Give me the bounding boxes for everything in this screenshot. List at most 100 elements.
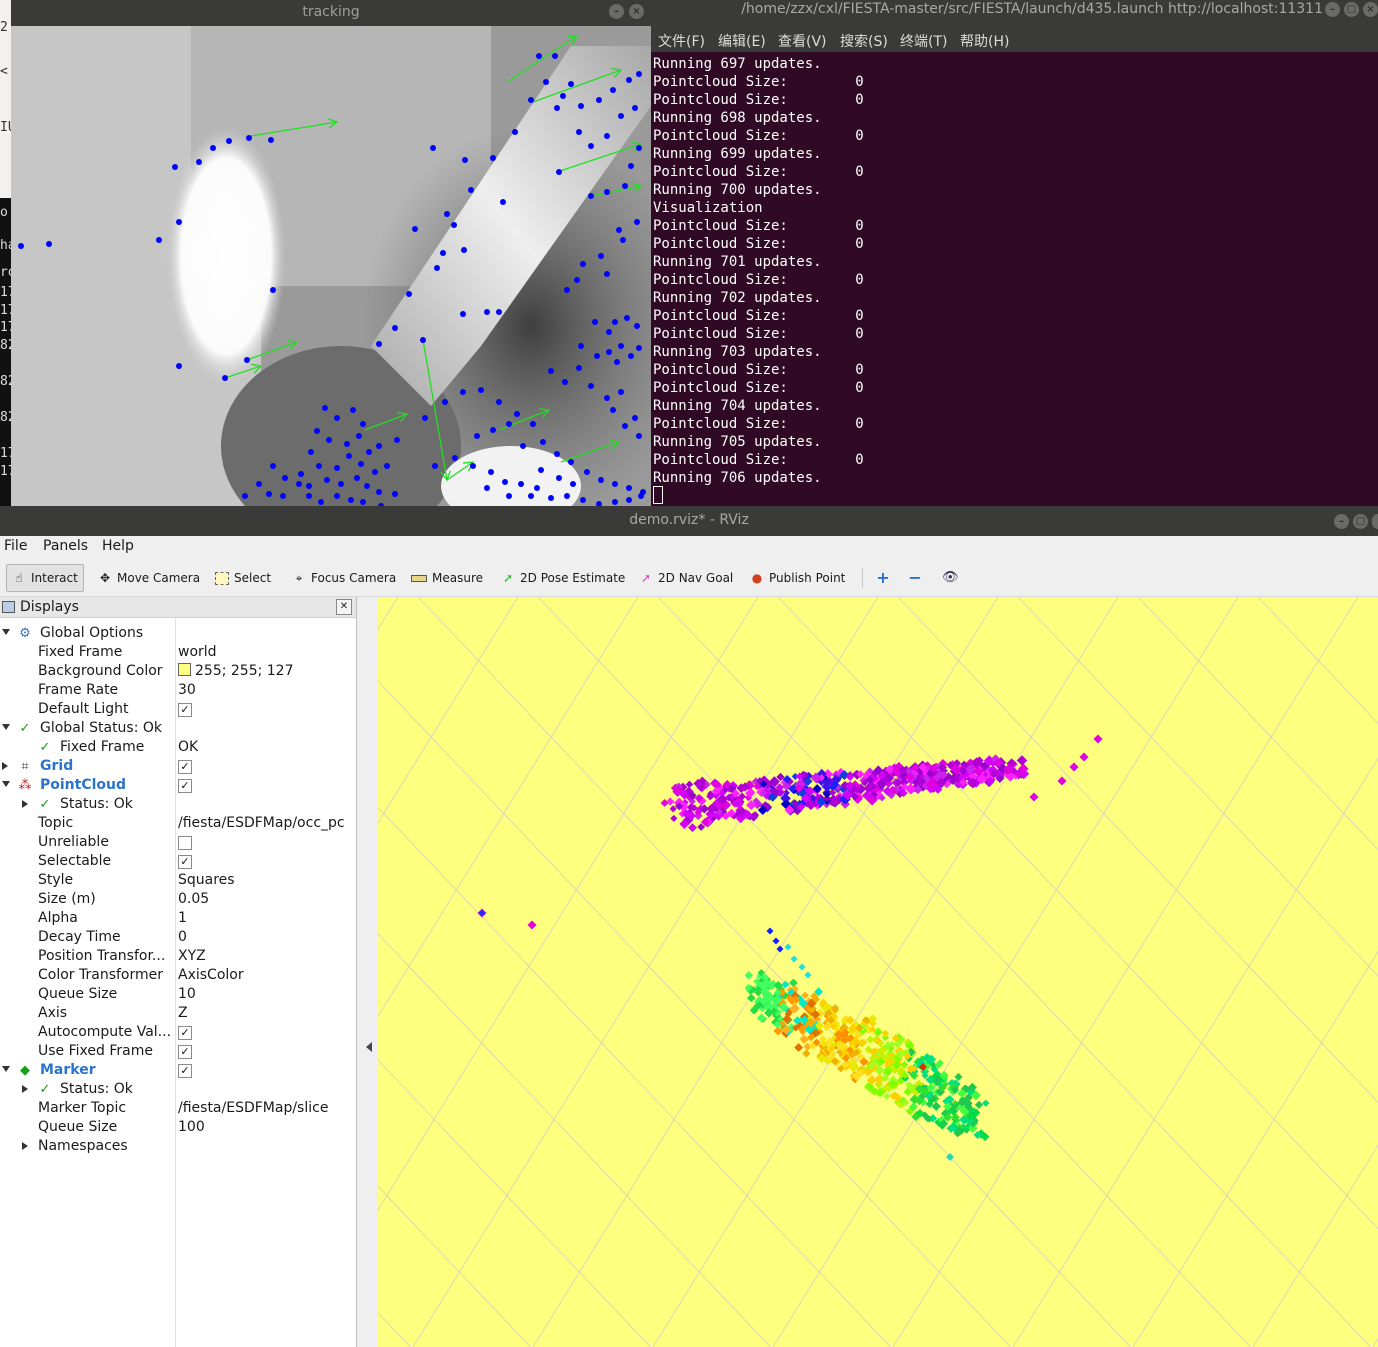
focus-camera-tool-button[interactable]: ⌖ Focus Camera bbox=[292, 566, 397, 590]
expanded-arrow-icon[interactable] bbox=[2, 1066, 10, 1072]
checkbox[interactable]: ✓ bbox=[178, 855, 192, 869]
property-row[interactable]: Color Transformer AxisColor bbox=[0, 967, 356, 986]
interact-tool-button[interactable]: ☝ Interact bbox=[6, 564, 84, 592]
menu-view[interactable]: 查看(V) bbox=[778, 31, 827, 51]
property-row[interactable]: Background Color 255; 255; 127 bbox=[0, 663, 356, 682]
menu-terminal[interactable]: 终端(T) bbox=[900, 31, 947, 51]
property-row[interactable]: ⌗ Grid ✓ bbox=[0, 758, 356, 777]
checkbox[interactable]: ✓ bbox=[178, 1045, 192, 1059]
checkbox[interactable]: ✓ bbox=[178, 703, 192, 717]
property-row[interactable]: Decay Time 0 bbox=[0, 929, 356, 948]
property-row[interactable]: Style Squares bbox=[0, 872, 356, 891]
maximize-button[interactable]: □ bbox=[1353, 514, 1368, 529]
minimize-button[interactable]: – bbox=[1334, 514, 1349, 529]
nav-goal-tool-button[interactable]: ➚ 2D Nav Goal bbox=[639, 566, 733, 590]
remove-tool-button[interactable]: − bbox=[908, 566, 922, 590]
menu-help[interactable]: Help bbox=[102, 538, 134, 554]
property-row[interactable]: Namespaces bbox=[0, 1138, 356, 1157]
3d-render-view[interactable] bbox=[378, 597, 1378, 1347]
property-row[interactable]: Queue Size 100 bbox=[0, 1119, 356, 1138]
menu-file[interactable]: File bbox=[4, 538, 27, 554]
pose-estimate-tool-button[interactable]: ➚ 2D Pose Estimate bbox=[501, 566, 625, 590]
property-row[interactable]: Topic/fiesta/ESDFMap/occ_pc bbox=[0, 815, 356, 834]
property-row[interactable]: Fixed Frame world bbox=[0, 644, 356, 663]
property-value[interactable]: 0.05 bbox=[178, 891, 209, 907]
move-camera-tool-button[interactable]: ✥ Move Camera bbox=[98, 566, 200, 590]
property-value[interactable]: 10 bbox=[178, 986, 196, 1002]
close-button[interactable]: × bbox=[1363, 2, 1378, 17]
property-row[interactable]: Size (m) 0.05 bbox=[0, 891, 356, 910]
menu-edit[interactable]: 编辑(E) bbox=[718, 31, 766, 51]
expanded-arrow-icon[interactable] bbox=[2, 781, 10, 787]
property-value[interactable]: OK bbox=[178, 739, 198, 755]
property-row[interactable]: Frame Rate 30 bbox=[0, 682, 356, 701]
property-row[interactable]: Autocompute Val... ✓ bbox=[0, 1024, 356, 1043]
property-row[interactable]: Unreliable bbox=[0, 834, 356, 853]
collapsed-arrow-icon[interactable] bbox=[22, 1142, 28, 1150]
property-row[interactable]: Axis Z bbox=[0, 1005, 356, 1024]
background-color-value[interactable]: 255; 255; 127 bbox=[178, 663, 294, 679]
property-row[interactable]: ⚙ Global Options bbox=[0, 625, 356, 644]
collapsed-arrow-icon[interactable] bbox=[22, 1085, 28, 1093]
property-row[interactable]: Selectable ✓ bbox=[0, 853, 356, 872]
collapse-arrow-icon[interactable] bbox=[366, 1042, 372, 1052]
checkbox[interactable] bbox=[178, 836, 192, 850]
property-row[interactable]: Marker Topic/fiesta/ESDFMap/slice bbox=[0, 1100, 356, 1119]
property-value[interactable]: 0 bbox=[178, 929, 187, 945]
feature-point bbox=[484, 485, 490, 491]
menu-file[interactable]: 文件(F) bbox=[658, 31, 705, 51]
menu-search[interactable]: 搜索(S) bbox=[840, 31, 888, 51]
property-row[interactable]: Alpha 1 bbox=[0, 910, 356, 929]
rviz-titlebar[interactable]: demo.rviz* - RViz – □ bbox=[0, 506, 1378, 536]
property-row[interactable]: ⁂ PointCloud ✓ bbox=[0, 777, 356, 796]
expanded-arrow-icon[interactable] bbox=[2, 629, 10, 635]
property-value[interactable]: 100 bbox=[178, 1119, 205, 1135]
menu-help[interactable]: 帮助(H) bbox=[960, 31, 1009, 51]
select-tool-button[interactable]: Select bbox=[215, 566, 271, 590]
tracking-titlebar[interactable]: tracking – × bbox=[11, 0, 651, 26]
maximize-button[interactable]: □ bbox=[1344, 2, 1359, 17]
terminal-titlebar[interactable]: /home/zzx/cxl/FIESTA-master/src/FIESTA/l… bbox=[651, 0, 1378, 26]
property-value[interactable]: /fiesta/ESDFMap/occ_pc bbox=[178, 815, 345, 831]
property-row[interactable]: ✓ Global Status: Ok bbox=[0, 720, 356, 739]
color-swatch[interactable] bbox=[178, 663, 191, 676]
terminal-cursor bbox=[653, 486, 663, 504]
property-row[interactable]: ✓ Fixed Frame OK bbox=[0, 739, 356, 758]
terminal-output[interactable]: Running 697 updates. Pointcloud Size: 0 … bbox=[653, 55, 864, 487]
add-tool-button[interactable]: + bbox=[876, 566, 890, 590]
property-row[interactable]: ◆ Marker ✓ bbox=[0, 1062, 356, 1081]
property-value[interactable]: world bbox=[178, 644, 217, 660]
feature-point bbox=[564, 493, 570, 499]
property-value[interactable]: 30 bbox=[178, 682, 196, 698]
expanded-arrow-icon[interactable] bbox=[2, 724, 10, 730]
minimize-button[interactable]: – bbox=[1325, 2, 1340, 17]
property-row[interactable]: Default Light ✓ bbox=[0, 701, 356, 720]
property-value[interactable]: XYZ bbox=[178, 948, 206, 964]
minimize-button[interactable]: – bbox=[609, 4, 624, 19]
measure-tool-button[interactable]: Measure bbox=[411, 566, 483, 590]
checkbox[interactable]: ✓ bbox=[178, 1026, 192, 1040]
panel-splitter[interactable] bbox=[357, 597, 378, 1347]
collapsed-arrow-icon[interactable] bbox=[2, 762, 8, 770]
tool-properties-button[interactable]: 👁 bbox=[942, 566, 959, 590]
checkbox[interactable]: ✓ bbox=[178, 779, 192, 793]
property-value[interactable]: /fiesta/ESDFMap/slice bbox=[178, 1100, 328, 1116]
feature-point bbox=[358, 461, 364, 467]
property-value[interactable]: AxisColor bbox=[178, 967, 244, 983]
checkbox[interactable]: ✓ bbox=[178, 1064, 192, 1078]
property-row[interactable]: Use Fixed Frame ✓ bbox=[0, 1043, 356, 1062]
menu-panels[interactable]: Panels bbox=[43, 538, 88, 554]
property-value[interactable]: Z bbox=[178, 1005, 188, 1021]
property-row[interactable]: ✓ Status: Ok bbox=[0, 796, 356, 815]
property-row[interactable]: Position Transfor... XYZ bbox=[0, 948, 356, 967]
property-value[interactable]: Squares bbox=[178, 872, 235, 888]
close-button[interactable] bbox=[1372, 514, 1378, 529]
collapsed-arrow-icon[interactable] bbox=[22, 800, 28, 808]
checkbox[interactable]: ✓ bbox=[178, 760, 192, 774]
publish-point-tool-button[interactable]: ● Publish Point bbox=[750, 566, 846, 590]
property-value[interactable]: 1 bbox=[178, 910, 187, 926]
property-row[interactable]: ✓ Status: Ok bbox=[0, 1081, 356, 1100]
close-panel-icon[interactable]: ✕ bbox=[336, 599, 352, 615]
close-button[interactable]: × bbox=[629, 4, 644, 19]
property-row[interactable]: Queue Size 10 bbox=[0, 986, 356, 1005]
